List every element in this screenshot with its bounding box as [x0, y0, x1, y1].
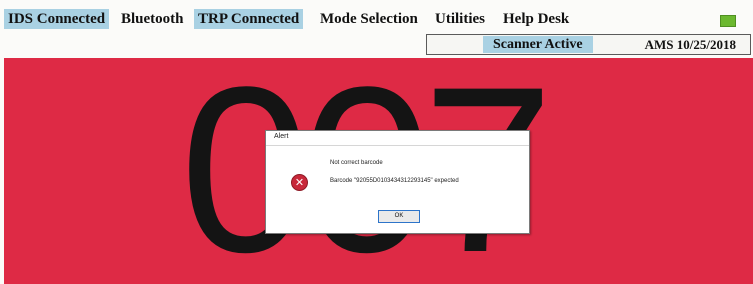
alert-dialog: Alert Not correct barcode ✕ Barcode "920… — [265, 130, 530, 234]
version-label: AMS 10/25/2018 — [644, 37, 736, 52]
error-icon: ✕ — [291, 174, 308, 191]
status-row: Scanner Active AMS 10/25/2018 — [426, 34, 751, 55]
scanner-status-badge: Scanner Active — [483, 36, 593, 53]
connection-status-indicator — [720, 15, 736, 27]
dialog-message-detail: Barcode "92055D0103434312293145" expecte… — [330, 178, 459, 184]
dialog-title: Alert — [274, 133, 289, 140]
menu-bluetooth[interactable]: Bluetooth — [121, 9, 184, 29]
menu-ids-connected[interactable]: IDS Connected — [4, 9, 110, 29]
menu-help-desk[interactable]: Help Desk — [503, 9, 569, 29]
menu-trp-connected[interactable]: TRP Connected — [194, 9, 304, 29]
ok-button[interactable]: OK — [378, 210, 420, 223]
menu-bar: IDS Connected Bluetooth TRP Connected Mo… — [0, 6, 753, 30]
dialog-message-heading: Not correct barcode — [330, 160, 383, 166]
app-screen: IDS Connected Bluetooth TRP Connected Mo… — [0, 0, 753, 284]
menu-utilities[interactable]: Utilities — [435, 9, 485, 29]
dialog-titlebar[interactable]: Alert — [266, 131, 529, 146]
dialog-body: Not correct barcode ✕ Barcode "92055D010… — [266, 146, 529, 233]
menu-mode-selection[interactable]: Mode Selection — [320, 9, 418, 29]
